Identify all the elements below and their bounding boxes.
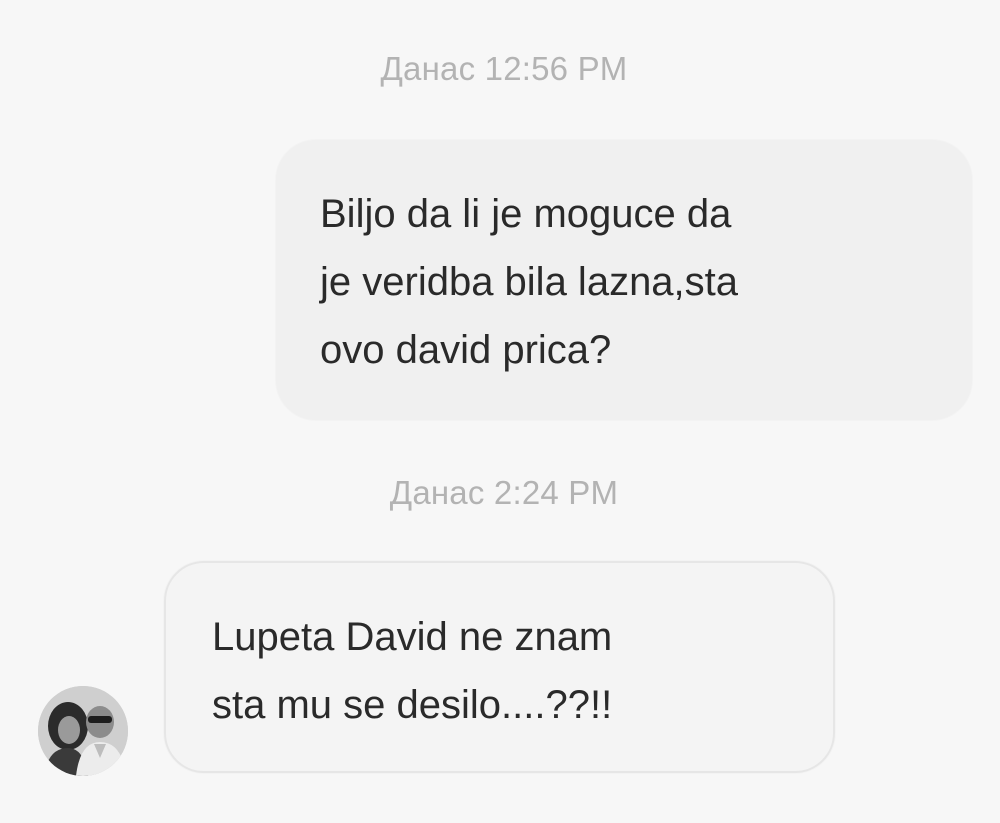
- timestamp: Данас 12:56 PM: [380, 50, 628, 87]
- message-text-line: Biljo da li je moguce da: [320, 192, 732, 236]
- message-text-line: sta mu se desilo....??!!: [212, 683, 613, 727]
- timestamp: Данас 2:24 PM: [389, 474, 619, 511]
- chat-screen: { "conversation": { "timestamps": ["Дана…: [0, 0, 1000, 823]
- received-message-bubble[interactable]: Lupeta David ne znam sta mu se desilo...…: [164, 561, 835, 773]
- message-text-line: Lupeta David ne znam: [212, 615, 613, 659]
- message-text-line: je veridba bila lazna,sta: [320, 260, 739, 304]
- sent-message-bubble[interactable]: Biljo da li je moguce da je veridba bila…: [276, 140, 972, 420]
- contact-avatar-icon[interactable]: [38, 686, 128, 776]
- message-text-line: ovo david prica?: [320, 328, 612, 372]
